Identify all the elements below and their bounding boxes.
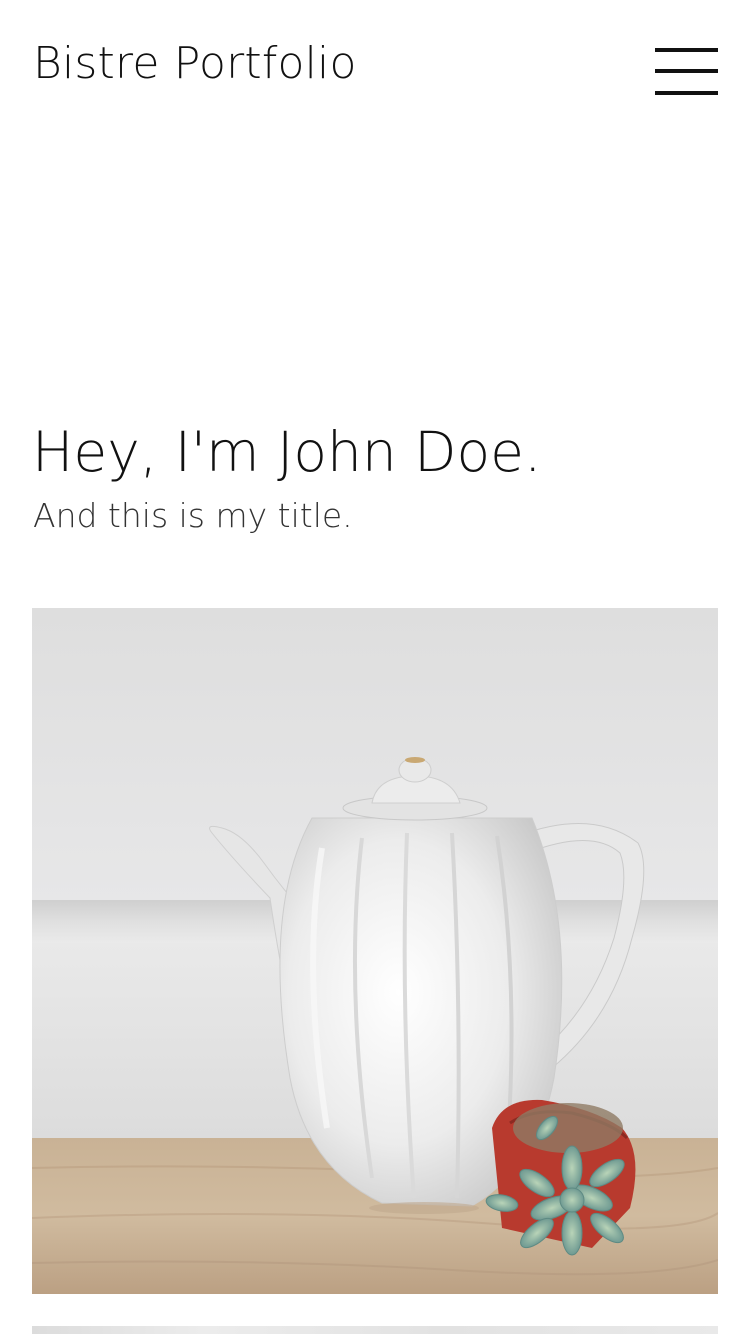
hero-subheading: And this is my title. [33, 496, 353, 535]
hero-heading: Hey, I'm John Doe. [32, 420, 542, 484]
site-title[interactable]: Bistre Portfolio [33, 34, 357, 94]
teapot-photo-image [32, 608, 718, 1294]
next-photo[interactable] [32, 1326, 718, 1334]
menu-button[interactable] [652, 46, 720, 98]
teapot-photo[interactable] [32, 608, 718, 1294]
